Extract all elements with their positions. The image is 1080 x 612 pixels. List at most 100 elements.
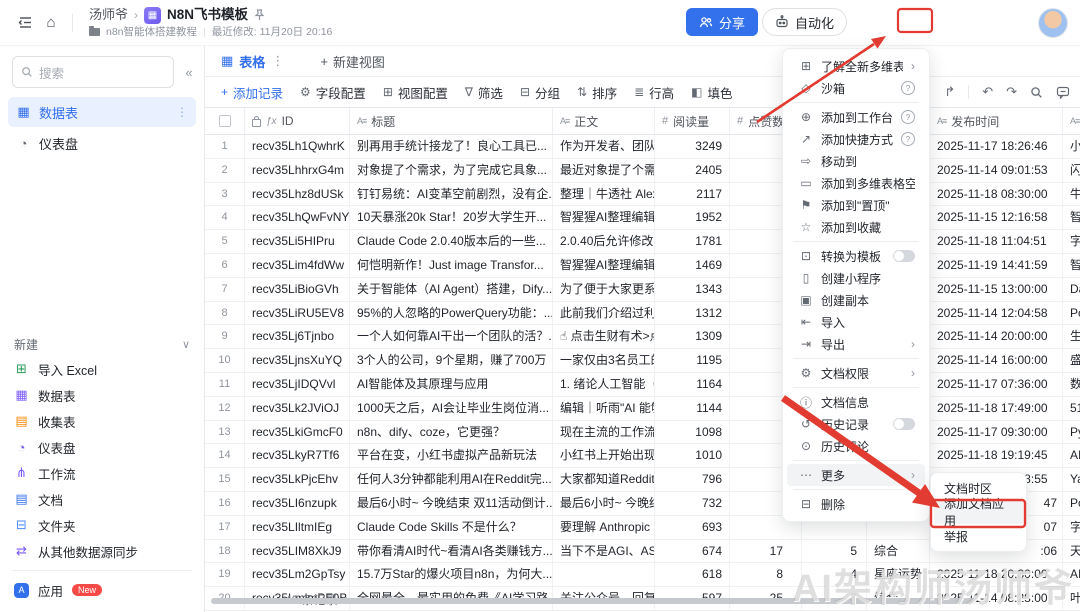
- column-header-发布时间[interactable]: A≡发布时间: [930, 108, 1063, 134]
- menu-item-文档信息[interactable]: ⓘ文档信息: [787, 391, 925, 413]
- cell-next[interactable]: AI: [1063, 444, 1080, 467]
- cell-body[interactable]: 2.0.40后允许修改系统...: [553, 230, 655, 253]
- cell-body[interactable]: 小红书上开始出现一批...: [553, 444, 655, 467]
- cell-body[interactable]: 一家仅由3名员工的公司...: [553, 349, 655, 372]
- cell-date[interactable]: 2025-11-14 20:00:00: [930, 325, 1063, 348]
- cell-body[interactable]: 此前我们介绍过利用DA...: [553, 302, 655, 325]
- cell-id[interactable]: recv35LkiGmcF0: [245, 421, 350, 444]
- cell-next[interactable]: 智: [1063, 206, 1080, 229]
- menu-item-添加到多维表格空间[interactable]: ▭添加到多维表格空间: [787, 172, 925, 194]
- menu-item-导入[interactable]: ⇤导入: [787, 311, 925, 333]
- collapse-sidebar-icon[interactable]: «: [180, 65, 198, 80]
- sidebar-item-仪表盘[interactable]: ◔仪表盘: [8, 128, 196, 158]
- cell-next[interactable]: Da: [1063, 278, 1080, 301]
- breadcrumb-root[interactable]: 汤师爷: [89, 8, 128, 22]
- row-number[interactable]: 6: [205, 254, 245, 277]
- cell-next[interactable]: 牛: [1063, 183, 1080, 206]
- cell-views[interactable]: 618: [655, 563, 730, 586]
- cell-views[interactable]: 1195: [655, 349, 730, 372]
- cell-date[interactable]: 2025-11-14 12:04:58: [930, 302, 1063, 325]
- doc-title[interactable]: N8N飞书模板: [167, 8, 248, 23]
- cell-id[interactable]: recv35LiRU5EV8: [245, 302, 350, 325]
- menu-item-添加快捷方式到[interactable]: ↗添加快捷方式到?: [787, 128, 925, 150]
- cell-extra[interactable]: 4: [802, 563, 867, 586]
- sidebar-item-数据表[interactable]: ▦数据表⋮: [8, 97, 196, 127]
- cell-title[interactable]: 钉钉易统：AI变革空前剧烈，没有企...: [350, 183, 553, 206]
- cell-title[interactable]: AI智能体及其原理与应用: [350, 373, 553, 396]
- share-view-icon[interactable]: ↱: [944, 84, 955, 100]
- menu-item-添加到收藏[interactable]: ☆添加到收藏: [787, 216, 925, 238]
- column-header-ID[interactable]: ƒxID: [245, 108, 350, 134]
- cell-body[interactable]: 智猩猩AI整理编辑：六...: [553, 206, 655, 229]
- cell-date[interactable]: 2025-11-14 09:01:53: [930, 159, 1063, 182]
- cell-body[interactable]: 作为开发者、团队负责...: [553, 135, 655, 158]
- cell-date[interactable]: 2025-11-17 07:36:00: [930, 373, 1063, 396]
- cell-views[interactable]: 2117: [655, 183, 730, 206]
- menu-item-历史记录[interactable]: ↺历史记录: [787, 413, 925, 435]
- cell-title[interactable]: 何恺明新作！Just image Transfor...: [350, 254, 553, 277]
- cell-next[interactable]: 天: [1063, 540, 1080, 563]
- toolbar-填色[interactable]: ◧填色: [691, 83, 732, 102]
- search-input[interactable]: 搜索: [12, 56, 174, 88]
- cell-id[interactable]: recv35LjnsXuYQ: [245, 349, 350, 372]
- sidebar-item-app[interactable]: A 应用 New: [0, 577, 204, 612]
- menu-item-添加到"置顶"[interactable]: ⚑添加到"置顶": [787, 194, 925, 216]
- cell-id[interactable]: recv35Lk2JViOJ: [245, 397, 350, 420]
- row-number[interactable]: 7: [205, 278, 245, 301]
- cell-date[interactable]: 2025-11-17 09:30:00: [930, 421, 1063, 444]
- undo-icon[interactable]: ↶: [982, 84, 993, 100]
- cell-id[interactable]: recv35Lm2GpTsy: [245, 563, 350, 586]
- cell-views[interactable]: 1952: [655, 206, 730, 229]
- sidebar-toggle-icon[interactable]: [12, 10, 38, 36]
- cell-id[interactable]: recv35Lj6Tjnbo: [245, 325, 350, 348]
- cell-date[interactable]: 2025-11-18 11:04:51: [930, 230, 1063, 253]
- create-section-header[interactable]: 新建 ∨: [14, 334, 190, 354]
- cell-category[interactable]: 综合: [867, 540, 930, 563]
- cell-views[interactable]: 1781: [655, 230, 730, 253]
- create-item-从其他数据源同步[interactable]: ⇄从其他数据源同步: [0, 538, 204, 564]
- automation-button[interactable]: 自动化: [762, 8, 847, 36]
- cell-views[interactable]: 1312: [655, 302, 730, 325]
- cell-category[interactable]: 星座运势: [867, 563, 930, 586]
- cell-body[interactable]: 当下不是AGI、ASI，只...: [553, 540, 655, 563]
- cell-body[interactable]: 要理解 Anthropic 发布...: [553, 516, 655, 539]
- toolbar-字段配置[interactable]: ⚙字段配置: [300, 83, 366, 102]
- cell-extra[interactable]: 5: [802, 540, 867, 563]
- create-item-文档[interactable]: ▤文档: [0, 486, 204, 512]
- row-number[interactable]: 19: [205, 563, 245, 586]
- cell-date[interactable]: 2025-11-18 20:30:00: [930, 563, 1063, 586]
- menu-item-添加到工作台[interactable]: ⊕添加到工作台?: [787, 106, 925, 128]
- redo-icon[interactable]: ↷: [1006, 84, 1017, 100]
- menu-item-历史评论[interactable]: ⊙历史评论: [787, 435, 925, 457]
- cell-next[interactable]: 小: [1063, 135, 1080, 158]
- row-number[interactable]: 3: [205, 183, 245, 206]
- row-number[interactable]: 9: [205, 325, 245, 348]
- cell-date[interactable]: 2025-11-18 17:49:00: [930, 397, 1063, 420]
- cell-date[interactable]: 2025-11-18 08:30:00: [930, 183, 1063, 206]
- cell-title[interactable]: 一个人如何靠AI干出一个团队的活？...: [350, 325, 553, 348]
- cell-title[interactable]: n8n、dify、coze，它更强？: [350, 421, 553, 444]
- cell-date[interactable]: 2025-11-17 18:26:46: [930, 135, 1063, 158]
- cell-id[interactable]: recv35LkPjcEhv: [245, 468, 350, 491]
- create-item-仪表盘[interactable]: ◔仪表盘: [0, 434, 204, 460]
- select-all-checkbox-cell[interactable]: [205, 108, 245, 134]
- cell-next[interactable]: 数: [1063, 373, 1080, 396]
- toggle-off-switch[interactable]: [893, 250, 915, 262]
- cell-date[interactable]: 2025-11-18 19:19:45: [930, 444, 1063, 467]
- menu-item-了解全新多维表格[interactable]: ⊞了解全新多维表格›: [787, 55, 925, 77]
- column-header-标题[interactable]: A≡标题: [350, 108, 553, 134]
- cell-title[interactable]: Claude Code Skills 不是什么？: [350, 516, 553, 539]
- new-view-button[interactable]: + 新建视图: [320, 52, 385, 71]
- menu-item-更多[interactable]: ⋯更多›: [787, 464, 925, 486]
- create-item-工作流[interactable]: ⋔工作流: [0, 460, 204, 486]
- create-item-导入 Excel[interactable]: ⊞导入 Excel: [0, 356, 204, 382]
- user-avatar[interactable]: [1038, 8, 1068, 38]
- menu-item-创建副本[interactable]: ▣创建副本: [787, 289, 925, 311]
- pin-icon[interactable]: [254, 9, 265, 21]
- row-number[interactable]: 14: [205, 444, 245, 467]
- create-item-文件夹[interactable]: ⊟文件夹: [0, 512, 204, 538]
- cell-date[interactable]: 2025-11-15 13:00:00: [930, 278, 1063, 301]
- cell-views[interactable]: 3249: [655, 135, 730, 158]
- cell-views[interactable]: 1469: [655, 254, 730, 277]
- cell-title[interactable]: 3个人的公司，9个星期，赚了700万: [350, 349, 553, 372]
